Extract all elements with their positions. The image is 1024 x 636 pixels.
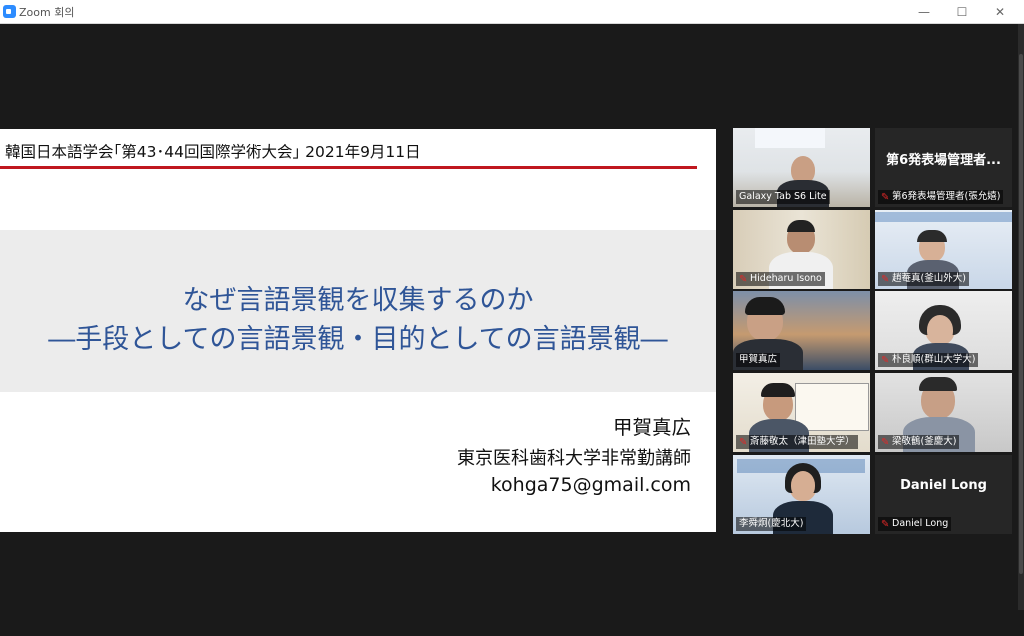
slide-author-email: kohga75@gmail.com [490,474,691,496]
muted-mic-icon: ✎ [881,191,890,203]
close-button[interactable]: ✕ [980,0,1020,24]
participant-tile[interactable]: ✎ 趙菴真(釜山外大) [875,210,1012,289]
slide-subtitle: ―手段としての言語景観・目的としての言語景観― [48,324,668,355]
participant-display-name: 第6発表場管理者... [886,152,1001,168]
slide-divider [0,166,697,169]
participant-tile[interactable]: Galaxy Tab S6 Lite [733,128,870,207]
participant-tile[interactable]: ✎ 朴良順(群山大学大) [875,291,1012,370]
participant-name-label: ✎ 趙菴真(釜山外大) [878,272,969,286]
muted-mic-icon: ✎ [881,436,890,448]
gallery-scrollbar[interactable] [1018,24,1024,610]
maximize-button[interactable]: ☐ [942,0,982,24]
muted-mic-icon: ✎ [881,518,890,530]
scrollbar-thumb[interactable] [1019,54,1023,574]
participant-name-label: 李舜炯(慶北大) [736,517,807,531]
participant-name-label: ✎ Daniel Long [878,517,952,531]
participant-name-label: 甲賀真広 [736,353,781,367]
muted-mic-icon: ✎ [739,436,748,448]
participant-tile[interactable]: 李舜炯(慶北大) [733,455,870,534]
window-title: Zoom 회의 [19,6,75,19]
muted-mic-icon: ✎ [739,273,748,285]
shared-screen-slide[interactable]: 韓国日本語学会｢第43･44回国際学術大会｣ 2021年9月11日 なぜ言語景観… [0,129,716,532]
window-titlebar: Zoom 회의 — ☐ ✕ [0,0,1024,24]
participant-tile[interactable]: ✎ 斎藤敬太（津田塾大学） [733,373,870,452]
slide-author-affiliation: 東京医科歯科大学非常勤講師 [457,448,691,469]
participant-name-label: ✎ 第6発表場管理者(張允嬉) [878,190,1004,204]
muted-mic-icon: ✎ [881,354,890,366]
participant-tile[interactable]: ✎ 梁敬鶴(釜慶大) [875,373,1012,452]
participant-name-label: Galaxy Tab S6 Lite [736,190,830,204]
slide-header: 韓国日本語学会｢第43･44回国際学術大会｣ 2021年9月11日 [5,143,421,161]
minimize-button[interactable]: — [904,0,944,24]
muted-mic-icon: ✎ [881,273,890,285]
participant-tile[interactable]: 第6発表場管理者... ✎ 第6発表場管理者(張允嬉) [875,128,1012,207]
participant-tile[interactable]: Daniel Long ✎ Daniel Long [875,455,1012,534]
participant-display-name: Daniel Long [900,477,987,493]
participant-tile[interactable]: ✎ Hideharu Isono [733,210,870,289]
participant-name-label: ✎ 斎藤敬太（津田塾大学） [736,435,858,449]
participant-name-label: ✎ 梁敬鶴(釜慶大) [878,435,960,449]
zoom-app-icon [3,5,16,18]
participant-name-label: ✎ Hideharu Isono [736,272,825,286]
slide-author-name: 甲賀真広 [612,416,691,439]
participant-tile-active-speaker[interactable]: 甲賀真広 [733,291,870,370]
participant-name-label: ✎ 朴良順(群山大学大) [878,353,979,367]
slide-title: なぜ言語景観を収集するのか [182,285,534,316]
